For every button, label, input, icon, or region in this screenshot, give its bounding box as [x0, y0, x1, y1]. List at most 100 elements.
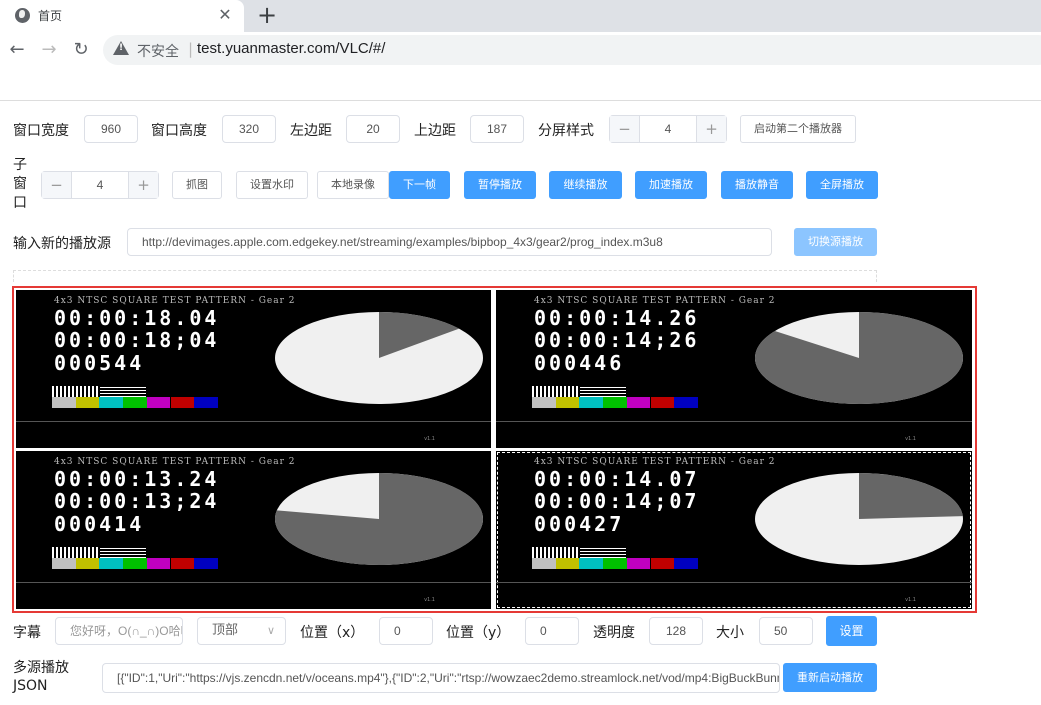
resolution-bars	[580, 547, 626, 558]
url-separator: |	[188, 40, 194, 58]
color-bar	[626, 397, 651, 408]
color-bar	[532, 558, 556, 569]
speed-up-button[interactable]: 加速播放	[635, 171, 707, 199]
video-pane[interactable]: 4x3 NTSC SQUARE TEST PATTERN - Gear 2 00:…	[496, 290, 972, 448]
color-bar	[146, 397, 171, 408]
color-bars	[52, 547, 218, 569]
version-mark: v1.1	[424, 436, 435, 442]
color-bar	[650, 397, 675, 408]
back-arrow-icon[interactable]: ←	[5, 38, 29, 62]
top-margin-label: 上边距	[414, 123, 456, 139]
video-player[interactable]: 4x3 NTSC SQUARE TEST PATTERN - Gear 2 00:…	[12, 286, 977, 613]
pane-baseline	[496, 582, 972, 583]
player-container-outline	[13, 270, 877, 282]
pos-y-input[interactable]: 0	[525, 617, 579, 645]
switch-source-button[interactable]: 切换源播放	[794, 228, 877, 256]
source-label: 输入新的播放源	[13, 236, 111, 252]
window-width-input[interactable]: 960	[84, 115, 138, 143]
next-frame-button[interactable]: 下一帧	[389, 171, 450, 199]
fullscreen-button[interactable]: 全屏播放	[806, 171, 878, 199]
subwindow-plus-button[interactable]: +	[128, 172, 158, 198]
url-text: test.yuanmaster.com/VLC/#/	[197, 40, 386, 57]
color-bar	[532, 397, 556, 408]
timecode: 00:00:14;26	[534, 328, 700, 352]
left-margin-input[interactable]: 20	[346, 115, 400, 143]
position-select[interactable]: 顶部 ∨	[197, 617, 286, 645]
start-second-player-button[interactable]: 启动第二个播放器	[740, 115, 856, 143]
subwindow-value[interactable]: 4	[72, 172, 128, 198]
local-record-button[interactable]: 本地录像	[317, 171, 389, 199]
color-bar	[603, 397, 627, 408]
video-pane[interactable]: 4x3 NTSC SQUARE TEST PATTERN - Gear 2 00:…	[16, 451, 491, 609]
subwindow-stepper[interactable]: − 4 +	[41, 171, 159, 199]
color-bars	[52, 386, 218, 408]
tab-title: 首页	[38, 9, 63, 23]
color-bar	[75, 397, 100, 408]
window-height-label: 窗口高度	[151, 123, 207, 139]
frame-counter: 000414	[54, 512, 145, 536]
restart-playback-button[interactable]: 重新启动播放	[783, 663, 877, 692]
video-pane[interactable]: 4x3 NTSC SQUARE TEST PATTERN - Gear 2 00:…	[496, 451, 972, 609]
split-minus-button[interactable]: −	[610, 116, 640, 142]
color-bar	[170, 397, 195, 408]
mute-button[interactable]: 播放静音	[721, 171, 793, 199]
pattern-header: 4x3 NTSC SQUARE TEST PATTERN - Gear 2	[534, 296, 776, 306]
color-bar	[674, 558, 698, 569]
color-bar	[555, 397, 580, 408]
globe-icon	[15, 8, 30, 23]
browser-toolbar: ← → ↻ 不安全 | test.yuanmaster.com/VLC/#/	[0, 32, 1041, 68]
split-style-value[interactable]: 4	[640, 116, 696, 142]
browser-tab[interactable]: 首页 ✕	[0, 0, 244, 32]
window-height-input[interactable]: 320	[222, 115, 276, 143]
set-subtitle-button[interactable]: 设置	[826, 616, 877, 646]
top-margin-input[interactable]: 187	[470, 115, 524, 143]
color-bars	[532, 547, 698, 569]
pos-x-input[interactable]: 0	[379, 617, 433, 645]
timecode: 00:00:14.07	[534, 467, 700, 491]
divider	[0, 100, 1041, 101]
address-bar[interactable]: 不安全 | test.yuanmaster.com/VLC/#/	[103, 35, 1041, 65]
close-tab-icon[interactable]: ✕	[214, 4, 236, 26]
color-bar	[194, 397, 218, 408]
color-bar	[146, 558, 171, 569]
color-bar	[123, 558, 147, 569]
color-bars	[532, 386, 698, 408]
color-bar	[579, 397, 604, 408]
color-bar	[52, 558, 76, 569]
chevron-down-icon: ∨	[266, 624, 275, 637]
color-bar	[555, 558, 580, 569]
tab-strip: 首页 ✕ +	[0, 0, 1041, 32]
split-style-stepper[interactable]: − 4 +	[609, 115, 727, 143]
multi-source-json-input[interactable]: [{"ID":1,"Uri":"https://vjs.zencdn.net/v…	[102, 663, 780, 693]
resume-button[interactable]: 继续播放	[549, 171, 622, 199]
color-bar	[194, 558, 218, 569]
position-select-value: 顶部	[212, 623, 239, 638]
capture-button[interactable]: 抓图	[172, 171, 222, 199]
left-margin-label: 左边距	[290, 123, 332, 139]
frame-counter: 000544	[54, 351, 145, 375]
split-plus-button[interactable]: +	[696, 116, 726, 142]
color-bar	[123, 397, 147, 408]
size-input[interactable]: 50	[759, 617, 813, 645]
new-tab-button[interactable]: +	[254, 2, 280, 28]
subtitle-label: 字幕	[13, 625, 41, 641]
source-url-input[interactable]: http://devimages.apple.com.edgekey.net/s…	[127, 228, 772, 256]
timecode: 00:00:13.24	[54, 467, 220, 491]
frame-counter: 000427	[534, 512, 625, 536]
opacity-input[interactable]: 128	[649, 617, 703, 645]
watermark-button[interactable]: 设置水印	[236, 171, 308, 199]
color-bar	[99, 397, 124, 408]
subwindow-minus-button[interactable]: −	[42, 172, 72, 198]
forward-arrow-icon[interactable]: →	[37, 38, 61, 62]
clock-pie	[755, 473, 963, 565]
clock-pie	[275, 312, 483, 404]
frame-counter: 000446	[534, 351, 625, 375]
reload-icon[interactable]: ↻	[69, 38, 93, 62]
pause-button[interactable]: 暂停播放	[464, 171, 536, 199]
subtitle-input[interactable]: 您好呀，O(∩_∩)O哈哈~	[55, 617, 183, 645]
warning-icon	[113, 41, 129, 55]
color-bar	[626, 558, 651, 569]
video-pane[interactable]: 4x3 NTSC SQUARE TEST PATTERN - Gear 2 00:…	[16, 290, 491, 448]
resolution-bars	[580, 386, 626, 397]
pattern-header: 4x3 NTSC SQUARE TEST PATTERN - Gear 2	[54, 457, 296, 467]
